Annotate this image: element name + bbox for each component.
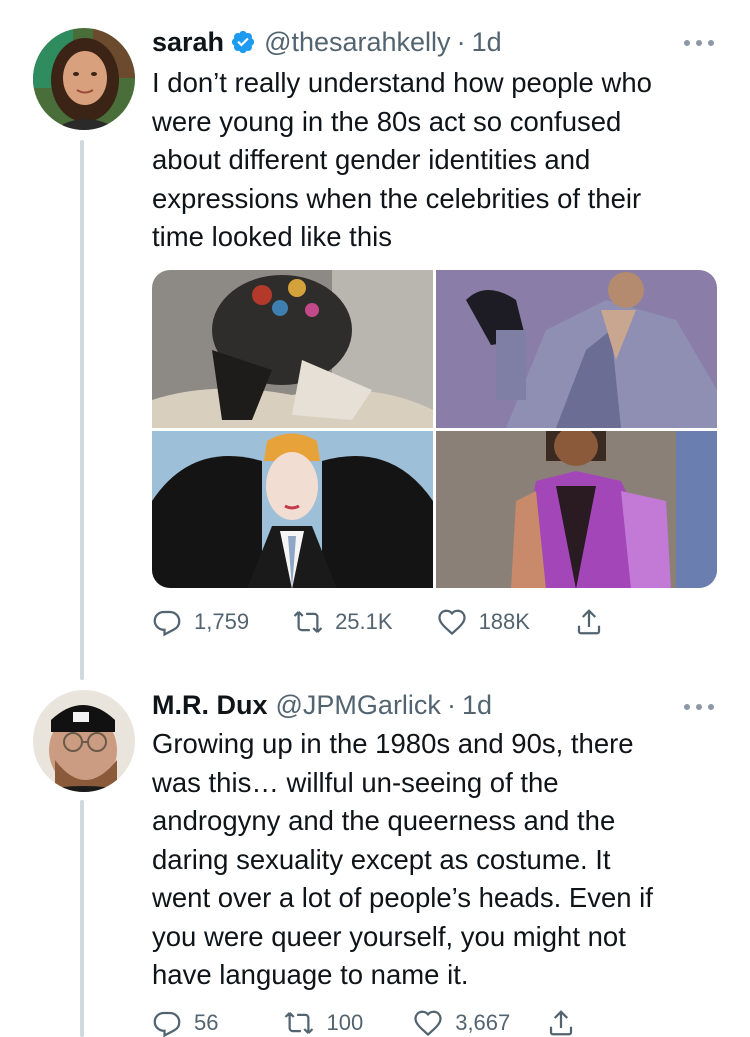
display-name[interactable]: M.R. Dux [152, 688, 268, 722]
retweet-button[interactable]: 25.1K [293, 607, 393, 637]
avatar[interactable] [33, 690, 135, 792]
reply-button[interactable]: 56 [152, 1008, 218, 1037]
share-icon [577, 609, 601, 635]
like-icon [437, 609, 466, 635]
tweet-actions: 1,759 25.1K 188K [152, 607, 604, 637]
share-button[interactable] [574, 607, 604, 637]
like-icon [414, 1010, 442, 1036]
retweet-count: 25.1K [335, 609, 393, 634]
more-icon[interactable] [684, 702, 714, 712]
reply-icon [153, 610, 181, 637]
reply-icon [153, 1011, 181, 1037]
reply-count: 1,759 [194, 609, 250, 634]
media-photo-4[interactable] [436, 431, 717, 588]
handle[interactable]: @thesarahkelly [264, 25, 451, 59]
reply-button[interactable]: 1,759 [152, 607, 249, 637]
avatar[interactable] [33, 28, 135, 130]
tweet-actions: 56 100 3,667 [152, 1008, 576, 1037]
retweet-button[interactable]: 100 [284, 1008, 363, 1037]
handle[interactable]: @JPMGarlick [276, 688, 441, 722]
tweet-mrdux[interactable]: M.R. Dux @JPMGarlick · 1d Growing up in … [0, 680, 750, 1037]
tweet-header: sarah @thesarahkelly · 1d [152, 25, 502, 59]
media-photo-2[interactable] [436, 270, 717, 428]
share-button[interactable] [546, 1008, 576, 1037]
reply-count: 56 [194, 1010, 219, 1035]
media-photo-3[interactable] [152, 431, 433, 588]
timestamp[interactable]: 1d [472, 25, 502, 59]
tweet-text: I don’t really understand how people who… [152, 67, 652, 252]
like-count: 3,667 [455, 1010, 511, 1035]
tweet-sarah[interactable]: sarah @thesarahkelly · 1d I don’t really… [0, 0, 750, 680]
separator: · [446, 690, 456, 720]
like-count: 188K [478, 609, 530, 634]
media-photo-1[interactable] [152, 270, 433, 428]
like-button[interactable]: 188K [437, 607, 530, 637]
retweet-icon [285, 1012, 314, 1034]
share-icon [550, 1010, 573, 1036]
separator: · [456, 27, 466, 57]
tweet-text: Growing up in the 1980s and 90s, there w… [152, 728, 653, 990]
retweet-count: 100 [326, 1010, 364, 1035]
display-name[interactable]: sarah [152, 25, 224, 59]
retweet-icon [293, 611, 323, 633]
tweet-header: M.R. Dux @JPMGarlick · 1d [152, 688, 492, 722]
verified-icon [230, 29, 256, 55]
timestamp[interactable]: 1d [462, 688, 492, 722]
more-icon[interactable] [684, 38, 714, 48]
media-grid[interactable] [152, 270, 717, 588]
like-button[interactable]: 3,667 [413, 1008, 510, 1037]
